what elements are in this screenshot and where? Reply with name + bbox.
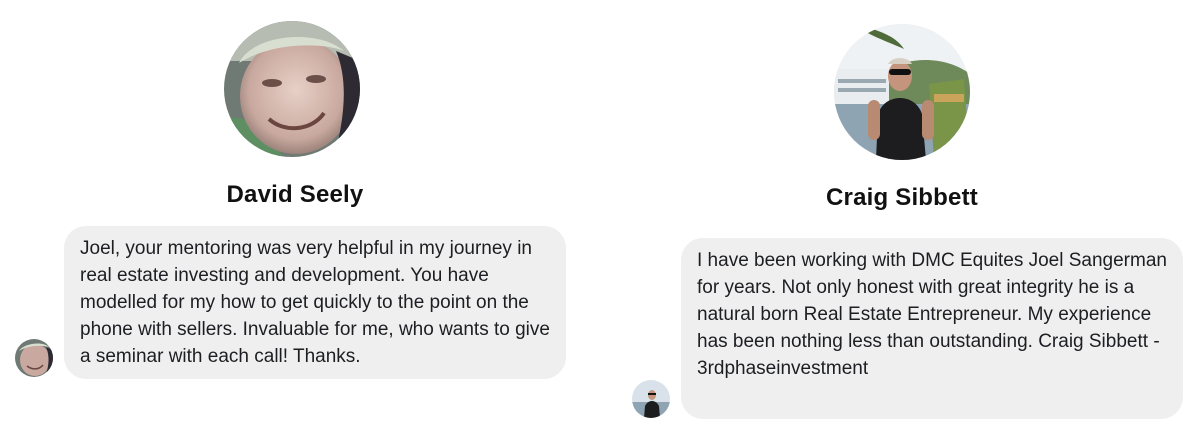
avatar-small[interactable] [632,380,670,418]
avatar-small[interactable] [15,339,53,377]
testimonial-bubble: Joel, your mentoring was very helpful in… [64,226,566,379]
reviewer-name: Craig Sibbett [826,184,978,211]
avatar-large [834,24,970,160]
avatar-photo [224,21,360,157]
reviewer-name: David Seely [226,181,364,208]
avatar-photo-small [15,339,53,377]
testimonial-text: Joel, your mentoring was very helpful in… [80,238,550,367]
testimonial-card-david-seely: David Seely Joel, your mentoring was ver… [0,0,600,442]
avatar-large [224,21,360,157]
avatar-photo-small [632,380,670,418]
avatar-photo [834,24,970,160]
testimonial-text: I have been working with DMC Equites Joe… [697,250,1167,379]
testimonial-card-craig-sibbett: Craig Sibbett I have been working with D… [600,0,1199,442]
testimonial-bubble: I have been working with DMC Equites Joe… [681,238,1183,419]
